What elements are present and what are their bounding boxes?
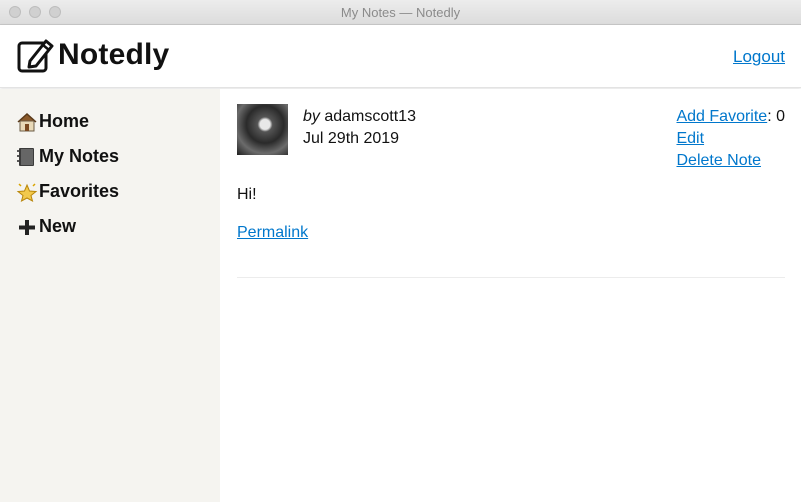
permalink-link[interactable]: Permalink xyxy=(237,224,308,242)
by-prefix: by xyxy=(303,108,320,125)
note-meta: by adamscott13 Jul 29th 2019 xyxy=(303,106,416,150)
sidebar-item-new[interactable]: New xyxy=(16,216,76,237)
title-bar: My Notes — Notedly xyxy=(0,0,801,25)
note-author: adamscott13 xyxy=(324,108,416,125)
sidebar-item-label: New xyxy=(39,216,77,236)
star-icon xyxy=(16,182,38,202)
favorite-count: : 0 xyxy=(767,108,785,125)
pencil-note-icon xyxy=(17,39,54,73)
brand-name: Notedly xyxy=(58,38,170,71)
main-content: by adamscott13 Jul 29th 2019 Add Favorit… xyxy=(220,89,801,502)
app-header: Notedly Logout xyxy=(0,25,801,88)
sidebar-item-label: My Notes xyxy=(39,146,120,166)
sidebar-item-label: Favorites xyxy=(39,181,120,201)
house-icon xyxy=(17,112,37,131)
app-window: My Notes — Notedly Notedly Logout Home M… xyxy=(0,0,801,502)
sidebar-item-label: Home xyxy=(39,111,90,131)
brand: Notedly xyxy=(16,35,169,75)
notebook-icon xyxy=(17,147,34,166)
sidebar-item-my-notes[interactable]: My Notes xyxy=(16,146,119,167)
avatar xyxy=(237,104,288,155)
sidebar-item-favorites[interactable]: Favorites xyxy=(16,181,119,202)
add-favorite-link[interactable]: Add Favorite xyxy=(676,108,767,125)
sidebar-item-home[interactable]: Home xyxy=(16,111,89,132)
sidebar: Home My Notes Favorites New xyxy=(0,89,220,502)
note-content: Hi! xyxy=(237,186,257,203)
logout-link[interactable]: Logout xyxy=(733,47,785,67)
window-title: My Notes — Notedly xyxy=(340,5,461,20)
note-divider xyxy=(237,277,785,278)
note-date: Jul 29th 2019 xyxy=(303,130,400,147)
note-actions: Add Favorite: 0 Edit Delete Note xyxy=(676,106,785,172)
edit-link[interactable]: Edit xyxy=(676,130,704,147)
delete-note-link[interactable]: Delete Note xyxy=(676,152,761,169)
plus-icon xyxy=(19,219,35,235)
